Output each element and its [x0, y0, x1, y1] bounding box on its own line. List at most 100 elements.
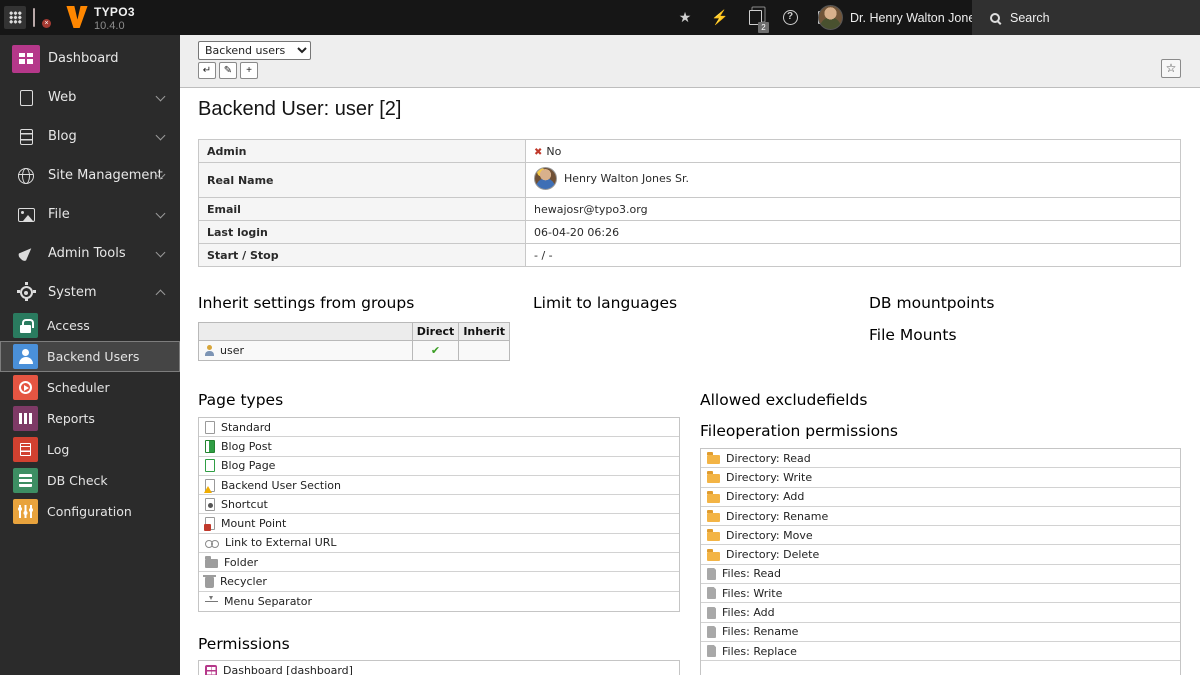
list-item-label: Blog Page [221, 459, 276, 473]
clear-cache-button[interactable]: ⚡ [707, 0, 733, 35]
list-item[interactable]: Blog Page [199, 457, 679, 476]
star-icon: ★ [678, 9, 692, 25]
database-stack-icon [13, 468, 38, 493]
sidebar-item-label: Access [47, 318, 90, 333]
sidebar-item-site-management[interactable]: Site Management [0, 156, 180, 195]
list-item-label: Files: Add [722, 606, 775, 620]
list-item[interactable]: Files: Add [701, 603, 1180, 623]
list-item-label: Dashboard [dashboard] [223, 664, 353, 675]
sidebar-item-blog[interactable]: Blog [0, 117, 180, 156]
list-item-label: Directory: Delete [726, 548, 820, 562]
list-item[interactable]: Link to External URL [199, 534, 679, 554]
folder-icon [205, 556, 218, 569]
sidebar-item-label: Blog [48, 129, 77, 144]
sidebar-item-label: Admin Tools [48, 246, 126, 261]
file-icon [707, 587, 716, 600]
list-item[interactable]: Shortcut [199, 495, 679, 515]
table-row: Direct Inherit [198, 322, 510, 341]
bookmark-button[interactable]: ☆ [1161, 59, 1181, 78]
shortcut-icon [205, 497, 215, 511]
table-row: Admin ✖ No [198, 139, 1181, 163]
list-item[interactable]: Directory: Delete [701, 545, 1180, 565]
group-inherit-cell [458, 340, 510, 361]
menu-separator-icon [205, 595, 218, 608]
sidebar-item-configuration[interactable]: Configuration [0, 496, 180, 527]
info-value: ✖ No [525, 139, 1181, 163]
list-item[interactable]: Directory: Write [701, 468, 1180, 488]
sidebar-item-db-check[interactable]: DB Check [0, 465, 180, 496]
search-icon [990, 12, 1000, 23]
list-item-label: Directory: Read [726, 451, 811, 465]
groups-heading: Inherit settings from groups [198, 294, 415, 312]
list-item[interactable]: Files: Read [701, 565, 1180, 585]
fileoperation-heading: Fileoperation permissions [700, 422, 899, 440]
mount-point-icon [204, 517, 215, 532]
edit-button[interactable]: ✎ [219, 62, 237, 79]
user-avatar [818, 5, 843, 30]
sidebar-item-scheduler[interactable]: Scheduler [0, 372, 180, 403]
module-menu-toggle-button[interactable] [4, 6, 26, 29]
typo3-logo-icon[interactable] [66, 6, 88, 28]
bar-chart-icon [13, 406, 38, 431]
info-label: Last login [198, 220, 526, 244]
list-item[interactable]: Files: Rename [701, 623, 1180, 642]
sidebar-item-log[interactable]: Log [0, 434, 180, 465]
pagetree-toggle-button[interactable] [33, 8, 51, 28]
list-item[interactable]: Directory: Add [701, 488, 1180, 507]
sidebar-item-label: Dashboard [48, 51, 119, 66]
list-item[interactable]: Directory: Rename [701, 507, 1180, 527]
docheader: Backend users ↵ ✎ + ☆ [180, 35, 1200, 88]
sidebar-item-label: Scheduler [47, 380, 110, 395]
pagetree-icon [33, 8, 35, 27]
add-button[interactable]: + [240, 62, 258, 79]
apps-grid-icon [8, 11, 22, 24]
directory-icon [707, 510, 720, 523]
sidebar-item-web[interactable]: Web [0, 78, 180, 117]
list-item[interactable]: Mount Point [199, 514, 679, 534]
chevron-down-icon [155, 247, 166, 257]
list-item[interactable]: Directory: Move [701, 526, 1180, 546]
opened-documents-button[interactable]: 2 [742, 0, 769, 35]
list-item-label: Directory: Rename [726, 509, 829, 523]
list-item[interactable]: Blog Post [199, 437, 679, 457]
list-item[interactable]: Recycler [199, 572, 679, 592]
sidebar-item-dashboard[interactable]: Dashboard [0, 39, 180, 78]
sidebar-item-reports[interactable]: Reports [0, 403, 180, 434]
page-types-list: Standard Blog Post Blog Page Backend Use… [198, 417, 680, 612]
lightning-icon: ⚡ [711, 9, 729, 25]
opened-documents-count-badge: 2 [758, 22, 769, 33]
list-item[interactable] [701, 661, 1180, 675]
allowed-excludefields-heading: Allowed excludefields [700, 391, 868, 409]
list-item-label: Files: Rename [722, 625, 799, 639]
admin-value: No [546, 144, 562, 158]
globe-icon [12, 162, 40, 190]
back-button[interactable]: ↵ [198, 62, 216, 79]
search-button[interactable]: Search [972, 0, 1200, 35]
list-item-label: Files: Replace [722, 644, 797, 658]
module-function-select[interactable]: Backend users [198, 41, 311, 60]
list-item-label: Files: Write [722, 586, 783, 600]
list-item[interactable]: Dashboard [dashboard] [199, 661, 679, 675]
sidebar-item-access[interactable]: Access [0, 310, 180, 341]
sidebar-item-system[interactable]: System [0, 273, 180, 312]
chevron-down-icon [155, 130, 166, 140]
usergroup-icon [204, 345, 216, 356]
bookmarks-button[interactable]: ★ [672, 0, 698, 35]
sidebar-item-backend-users[interactable]: Backend Users [0, 341, 180, 372]
typo3-backend-window: TYPO3 10.4.0 ★ ⚡ 2 ? Dr. Henry Walton Jo… [0, 0, 1200, 675]
list-item[interactable]: Directory: Read [701, 449, 1180, 469]
search-label: Search [1010, 10, 1050, 25]
list-item[interactable]: Menu Separator [199, 592, 679, 611]
list-item-label: Shortcut [221, 497, 268, 511]
gear-icon [12, 279, 40, 307]
page-title: Backend User: user [2] [198, 98, 402, 120]
list-item[interactable]: Files: Write [701, 584, 1180, 604]
sidebar-item-file[interactable]: File [0, 195, 180, 234]
help-button[interactable]: ? [777, 0, 803, 35]
list-item[interactable]: Standard [199, 418, 679, 438]
list-item[interactable]: Backend User Section [199, 476, 679, 496]
sidebar-item-admin-tools[interactable]: Admin Tools [0, 234, 180, 273]
user-icon [13, 344, 38, 369]
list-item[interactable]: Folder [199, 553, 679, 573]
list-item[interactable]: Files: Replace [701, 642, 1180, 662]
